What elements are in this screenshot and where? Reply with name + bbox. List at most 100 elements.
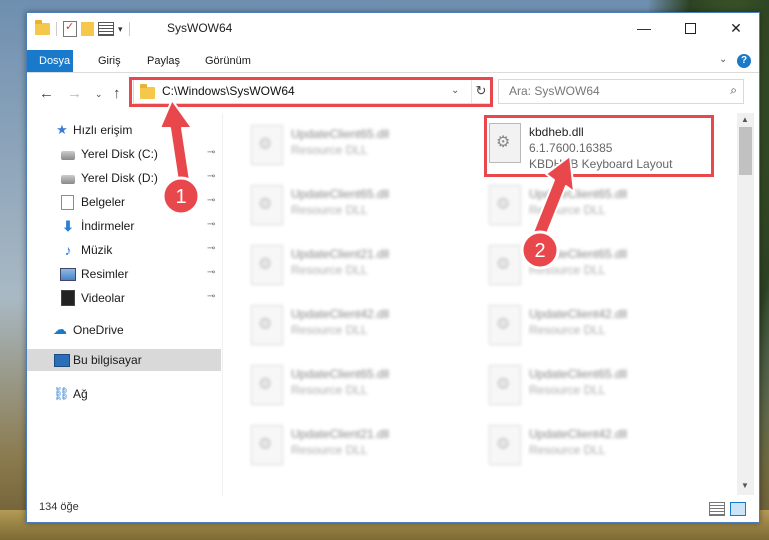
disk-icon <box>61 175 75 184</box>
details-view-icon[interactable] <box>709 502 725 516</box>
new-folder-icon[interactable] <box>81 22 94 36</box>
sidebar-item-label: Ağ <box>73 387 88 401</box>
list-item[interactable]: ⚙ UpdateClient42.dll Resource DLL <box>485 301 715 353</box>
window-title: SysWOW64 <box>167 21 233 35</box>
file-name: UpdateClient65.dll <box>529 247 628 261</box>
sidebar-item-quick-access[interactable]: ★ Hızlı erişim <box>27 119 221 141</box>
help-icon[interactable]: ? <box>737 54 751 68</box>
list-item[interactable]: ⚙ UpdateClient21.dll Resource DLL <box>247 421 477 473</box>
dll-file-icon: ⚙ <box>489 245 521 285</box>
sidebar-item-label: Yerel Disk (D:) <box>81 171 158 185</box>
search-icon[interactable]: ⌕ <box>730 83 737 98</box>
list-item[interactable]: ⚙ UpdateClient65.dll Resource DLL <box>247 121 477 173</box>
sidebar-item-local-disk-d[interactable]: Yerel Disk (D:) ⊸ <box>27 167 221 189</box>
sidebar-item-documents[interactable]: Belgeler ⊸ <box>27 191 221 213</box>
list-item[interactable]: ⚙ UpdateClient42.dll Resource DLL <box>485 421 715 473</box>
pin-icon: ⊸ <box>207 219 216 230</box>
customize-toolbar-dropdown-icon[interactable]: ▾ <box>118 24 123 35</box>
list-item[interactable]: ⚙ UpdateClient65.dll Resource DLL <box>247 361 477 413</box>
file-description: Resource DLL <box>291 443 368 457</box>
file-name: UpdateClient65.dll <box>529 187 628 201</box>
pin-icon: ⊸ <box>207 267 216 278</box>
view-icon[interactable] <box>98 22 114 36</box>
sidebar-item-pictures[interactable]: Resimler ⊸ <box>27 263 221 285</box>
network-icon: ⛓ <box>53 386 70 401</box>
sidebar-item-label: İndirmeler <box>81 219 135 233</box>
chevron-down-icon[interactable]: ⌄ <box>719 54 727 65</box>
documents-icon <box>61 194 74 210</box>
list-item[interactable]: ⚙ UpdateClient42.dll Resource DLL <box>247 301 477 353</box>
gear-icon: ⚙ <box>258 256 273 273</box>
item-count: 134 öğe <box>39 501 79 513</box>
dll-file-icon: ⚙ <box>489 365 521 405</box>
tab-home[interactable]: Giriş <box>87 50 132 72</box>
sidebar-item-label: Bu bilgisayar <box>73 353 142 367</box>
back-button[interactable]: ← <box>39 85 54 102</box>
gear-icon: ⚙ <box>258 136 273 153</box>
tab-view[interactable]: Görünüm <box>194 50 262 72</box>
forward-button[interactable]: → <box>67 85 82 102</box>
minimize-button[interactable]: — <box>621 13 667 43</box>
scroll-up-icon[interactable]: ▲ <box>741 115 749 124</box>
properties-icon[interactable] <box>63 20 77 37</box>
file-name: UpdateClient42.dll <box>291 307 390 321</box>
sidebar-item-this-pc[interactable]: Bu bilgisayar <box>27 349 221 371</box>
gear-icon: ⚙ <box>258 316 273 333</box>
pin-icon: ⊸ <box>207 171 216 182</box>
gear-icon: ⚙ <box>258 196 273 213</box>
download-icon: ⬇ <box>62 218 74 234</box>
list-item[interactable]: ⚙ UpdateClient65.dll Resource DLL <box>247 181 477 233</box>
scroll-thumb[interactable] <box>739 127 752 175</box>
file-name: UpdateClient65.dll <box>529 367 628 381</box>
scroll-down-icon[interactable]: ▼ <box>741 481 749 490</box>
file-description: Resource DLL <box>291 203 368 217</box>
vertical-scrollbar[interactable]: ▲ ▼ <box>737 113 754 495</box>
up-button[interactable]: ↑ <box>113 85 121 102</box>
dll-file-icon: ⚙ <box>251 425 283 465</box>
annotation-highlight-address <box>129 77 493 107</box>
sidebar-item-label: Resimler <box>81 267 129 281</box>
sidebar-item-onedrive[interactable]: ☁ OneDrive <box>27 319 221 341</box>
list-item[interactable]: ⚙ UpdateClient21.dll Resource DLL <box>247 241 477 293</box>
dll-file-icon: ⚙ <box>251 305 283 345</box>
list-item[interactable]: ⚙ UpdateClient65.dll Resource DLL <box>485 241 715 293</box>
dll-file-icon: ⚙ <box>489 185 521 225</box>
close-button[interactable]: ✕ <box>713 13 759 43</box>
pane-divider[interactable] <box>222 113 223 496</box>
sidebar-item-local-disk-c[interactable]: Yerel Disk (C:) ⊸ <box>27 143 221 165</box>
recent-locations-button[interactable]: ⌄ <box>95 89 103 100</box>
dll-file-icon: ⚙ <box>489 305 521 345</box>
gear-icon: ⚙ <box>496 316 511 333</box>
sidebar-item-label: Yerel Disk (C:) <box>81 147 158 161</box>
toolbar-separator <box>128 22 130 36</box>
file-description: Resource DLL <box>291 263 368 277</box>
title-bar: ▾ SysWOW64 — ✕ <box>27 13 759 43</box>
file-description: Resource DLL <box>529 323 606 337</box>
list-item[interactable]: ⚙ UpdateClient65.dll Resource DLL <box>485 181 715 233</box>
annotation-highlight-file <box>484 115 714 177</box>
star-icon: ★ <box>56 122 68 137</box>
tab-file[interactable]: Dosya <box>27 50 73 72</box>
sidebar-item-label: OneDrive <box>73 323 124 337</box>
large-icons-view-icon[interactable] <box>730 502 746 516</box>
navigation-pane: ★ Hızlı erişim Yerel Disk (C:) ⊸ Yerel D… <box>27 113 221 496</box>
gear-icon: ⚙ <box>258 436 273 453</box>
tab-share[interactable]: Paylaş <box>136 50 191 72</box>
maximize-button[interactable] <box>667 13 713 43</box>
disk-icon <box>61 151 75 160</box>
sidebar-item-music[interactable]: ♪ Müzik ⊸ <box>27 239 221 261</box>
sidebar-item-network[interactable]: ⛓ Ağ <box>27 383 221 405</box>
file-description: Resource DLL <box>291 323 368 337</box>
sidebar-item-downloads[interactable]: ⬇ İndirmeler ⊸ <box>27 215 221 237</box>
dll-file-icon: ⚙ <box>251 125 283 165</box>
pin-icon: ⊸ <box>207 243 216 254</box>
sidebar-item-videos[interactable]: Videolar ⊸ <box>27 287 221 309</box>
computer-icon <box>54 353 70 367</box>
file-description: Resource DLL <box>529 383 606 397</box>
pin-icon: ⊸ <box>207 147 216 158</box>
search-input[interactable]: Ara: SysWOW64 ⌕ <box>498 79 744 104</box>
gear-icon: ⚙ <box>496 376 511 393</box>
list-item[interactable]: ⚙ UpdateClient65.dll Resource DLL <box>485 361 715 413</box>
file-name: UpdateClient65.dll <box>291 187 390 201</box>
file-name: UpdateClient65.dll <box>291 127 390 141</box>
